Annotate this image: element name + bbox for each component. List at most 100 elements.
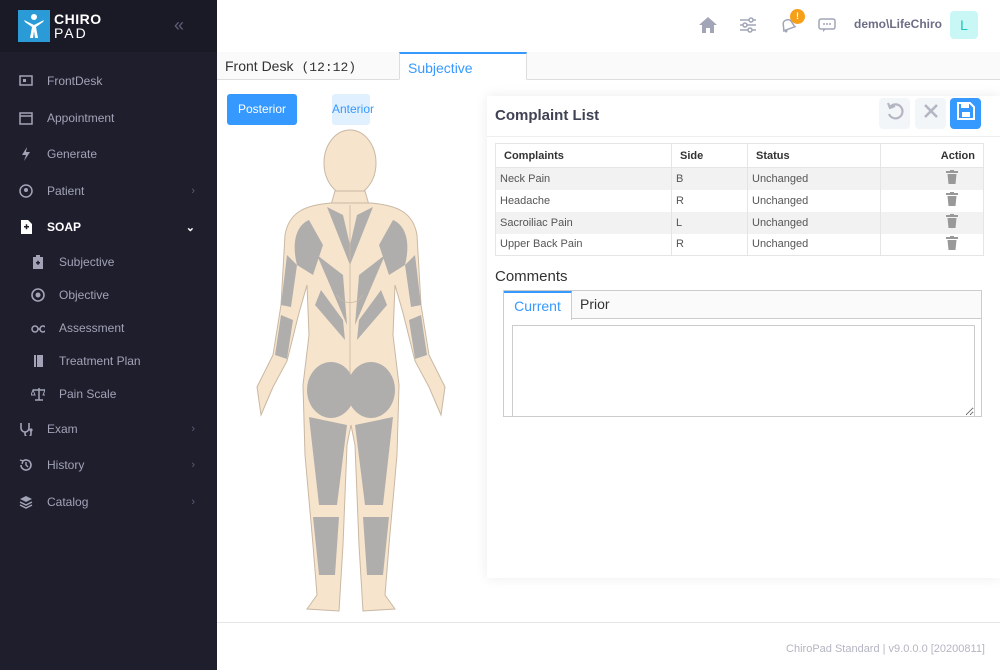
complaint-list-title: Complaint List [495, 107, 599, 124]
sidebar-item-label: History [47, 458, 84, 472]
comments-tabs: Current Prior [503, 290, 982, 417]
close-icon [923, 103, 939, 124]
column-header-status: Status [748, 144, 881, 168]
layers-icon [18, 494, 34, 510]
sidebar-subitem-objective[interactable]: Objective [0, 279, 217, 312]
tab-front-desk[interactable]: Front Desk(12:12) [225, 52, 356, 80]
save-button[interactable] [950, 98, 981, 129]
lightning-icon [18, 146, 34, 162]
footer: ChiroPad Standard | v9.0.0.0 [20200811] [217, 622, 1000, 670]
frontdesk-icon [18, 73, 34, 89]
notification-badge: ! [790, 9, 805, 24]
sidebar-subitem-subjective[interactable]: Subjective [0, 246, 217, 279]
complaint-cell: Upper Back Pain [496, 234, 672, 256]
delete-button[interactable] [881, 234, 984, 256]
sidebar-item-label: Generate [47, 147, 97, 161]
chiropad-logo-icon [18, 10, 50, 42]
side-cell: L [672, 212, 748, 234]
home-icon[interactable] [698, 15, 718, 35]
complaint-table: Complaints Side Status Action Neck Pain … [495, 143, 984, 256]
sidebar-subitem-assessment[interactable]: Assessment [0, 312, 217, 345]
sidebar-subitem-label: Subjective [59, 255, 114, 269]
chevron-right-icon: › [191, 185, 195, 197]
trash-icon [946, 175, 958, 187]
comments-title: Comments [495, 268, 568, 285]
tab-prior[interactable]: Prior [580, 291, 610, 319]
complaint-cell: Headache [496, 190, 672, 212]
anterior-button[interactable]: Anterior [332, 94, 370, 125]
sidebar-subitem-label: Assessment [59, 321, 124, 335]
sidebar-item-generate[interactable]: Generate [0, 136, 217, 173]
status-cell: Unchanged [748, 168, 881, 190]
table-header-row: Complaints Side Status Action [496, 144, 984, 168]
trash-icon [946, 241, 958, 253]
trash-icon [946, 219, 958, 231]
glasses-icon [31, 321, 45, 335]
chevron-right-icon: › [191, 423, 195, 435]
tab-subjective[interactable]: Subjective [399, 52, 527, 80]
session-time: (12:12) [301, 60, 356, 75]
delete-button[interactable] [881, 168, 984, 190]
body-map-posterior[interactable] [247, 125, 457, 615]
complaint-panel: Complaint List Complaints Side Status Ac… [487, 96, 1000, 578]
chevron-down-icon: ⌄ [186, 221, 195, 234]
chevron-right-icon: › [191, 459, 195, 471]
sidebar-subitem-label: Pain Scale [59, 387, 116, 401]
sidebar-subitem-treatment-plan[interactable]: Treatment Plan [0, 345, 217, 378]
sidebar-item-label: Catalog [47, 495, 88, 509]
trash-icon [946, 197, 958, 209]
collapse-sidebar-icon[interactable]: « [174, 15, 184, 36]
settings-sliders-icon[interactable] [738, 15, 758, 35]
delete-button[interactable] [881, 190, 984, 212]
sidebar-item-soap[interactable]: SOAP ⌄ [0, 209, 217, 246]
side-cell: R [672, 234, 748, 256]
sidebar-item-patient[interactable]: Patient › [0, 173, 217, 210]
column-header-action: Action [881, 144, 984, 168]
stethoscope-icon [18, 421, 34, 437]
calendar-icon [18, 110, 34, 126]
sidebar-item-frontdesk[interactable]: FrontDesk [0, 63, 217, 100]
sidebar-item-label: Exam [47, 422, 78, 436]
target-icon [31, 288, 45, 302]
document-tabs: Front Desk(12:12) Subjective [217, 52, 1000, 80]
table-row[interactable]: Upper Back Pain R Unchanged [496, 234, 984, 256]
chat-icon[interactable] [817, 15, 837, 35]
side-cell: B [672, 168, 748, 190]
posterior-button[interactable]: Posterior [227, 94, 297, 125]
table-row[interactable]: Neck Pain B Unchanged [496, 168, 984, 190]
username-label[interactable]: demo\LifeChiro [854, 17, 942, 31]
sidebar-subitem-label: Treatment Plan [59, 354, 141, 368]
sidebar-item-label: SOAP [47, 220, 81, 234]
table-row[interactable]: Headache R Unchanged [496, 190, 984, 212]
undo-icon [885, 101, 905, 126]
comments-textarea[interactable] [512, 325, 975, 417]
column-header-side: Side [672, 144, 748, 168]
tab-current[interactable]: Current [504, 291, 572, 320]
panel-divider [487, 136, 1000, 137]
brand: CHIRO PAD « [0, 0, 217, 52]
undo-button[interactable] [879, 98, 910, 129]
status-cell: Unchanged [748, 234, 881, 256]
main-content: Posterior Anterior [217, 80, 1000, 622]
soap-file-icon [18, 219, 34, 235]
sidebar-item-history[interactable]: History › [0, 447, 217, 484]
sidebar-item-exam[interactable]: Exam › [0, 411, 217, 448]
save-icon [957, 102, 975, 125]
sidebar-subitem-pain-scale[interactable]: Pain Scale [0, 378, 217, 411]
delete-button[interactable] [881, 212, 984, 234]
version-label: ChiroPad Standard | v9.0.0.0 [20200811] [786, 643, 985, 655]
comments-tab-bar: Current Prior [504, 291, 981, 319]
user-icon [18, 183, 34, 199]
sidebar-item-label: FrontDesk [47, 74, 102, 88]
close-button[interactable] [915, 98, 946, 129]
table-row[interactable]: Sacroiliac Pain L Unchanged [496, 212, 984, 234]
status-cell: Unchanged [748, 190, 881, 212]
sidebar-item-catalog[interactable]: Catalog › [0, 484, 217, 521]
sidebar-item-label: Appointment [47, 111, 114, 125]
sidebar-item-appointment[interactable]: Appointment [0, 100, 217, 137]
complaint-cell: Sacroiliac Pain [496, 212, 672, 234]
brand-line2: PAD [54, 26, 102, 40]
avatar[interactable]: L [950, 11, 978, 39]
scale-icon [31, 387, 45, 401]
chevron-right-icon: › [191, 496, 195, 508]
